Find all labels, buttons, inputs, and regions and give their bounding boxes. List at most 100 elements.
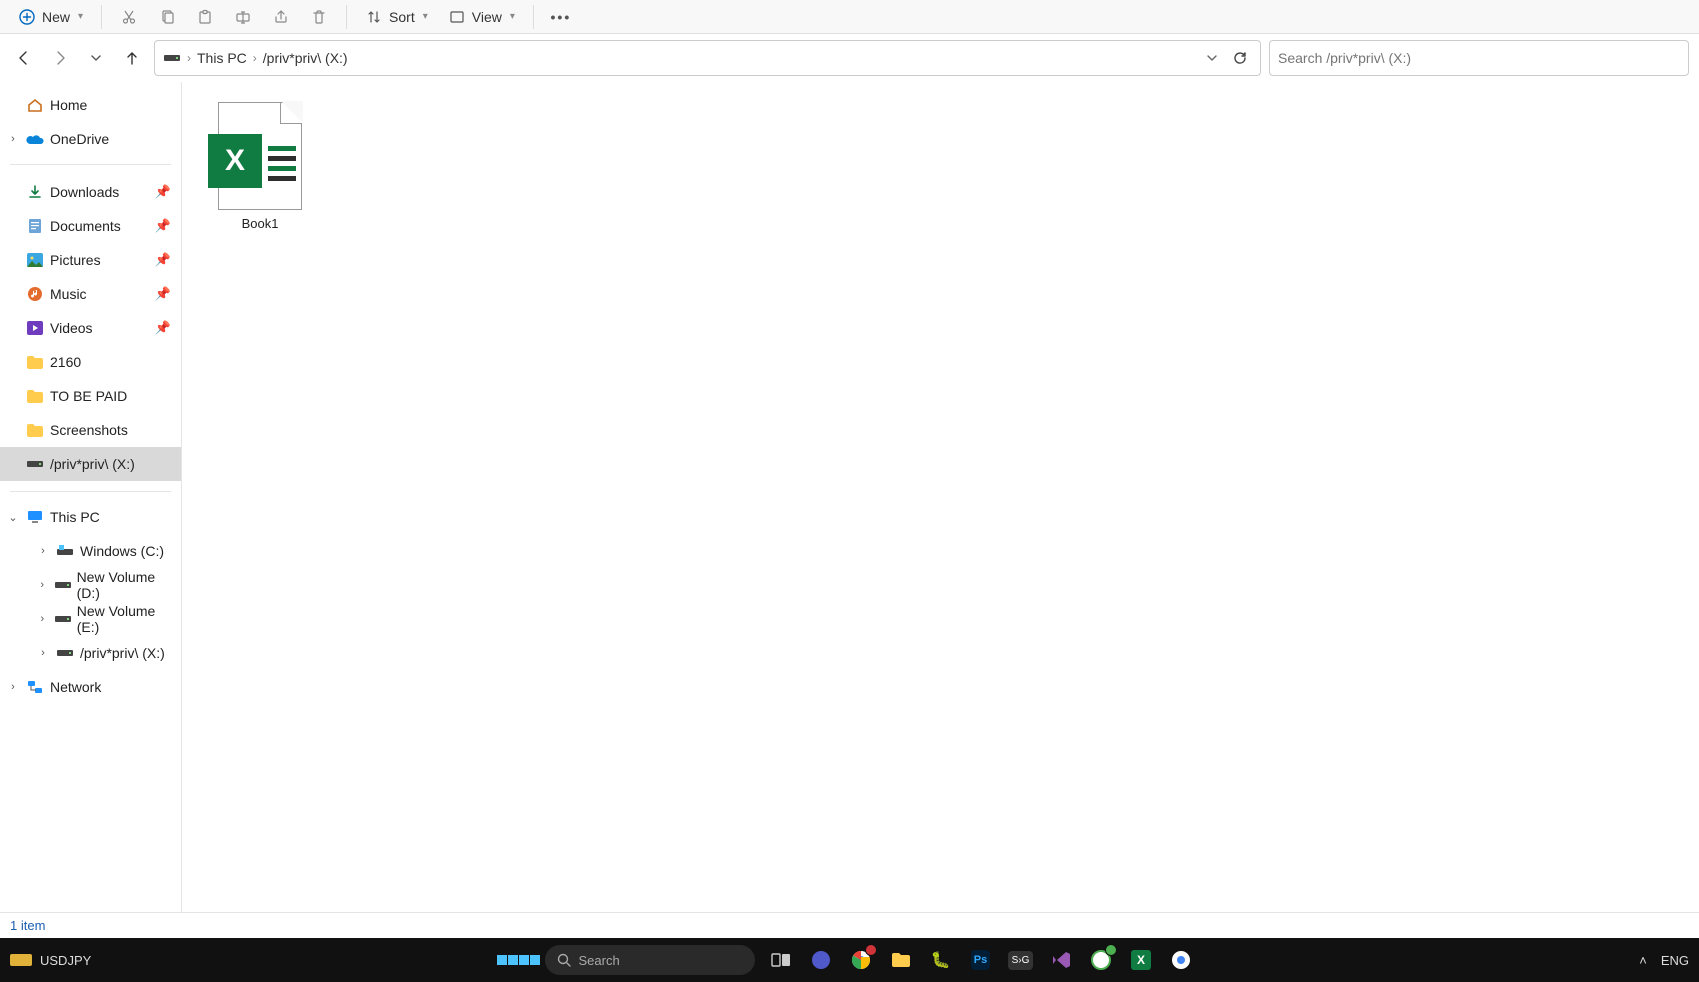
- app-icon: 🐛: [931, 950, 951, 970]
- folder-icon: [26, 353, 44, 371]
- share-button[interactable]: [264, 4, 298, 30]
- view-icon: [448, 8, 466, 26]
- forward-button[interactable]: [46, 44, 74, 72]
- download-icon: [26, 183, 44, 201]
- taskbar-app-generic1[interactable]: 🐛: [927, 946, 955, 974]
- taskbar-app-visual-studio[interactable]: [1047, 946, 1075, 974]
- sidebar-item-this-pc[interactable]: ⌄ This PC: [0, 500, 181, 534]
- sidebar-item-quick[interactable]: Downloads📌: [0, 175, 181, 209]
- start-button[interactable]: [505, 946, 533, 974]
- sidebar-item-network[interactable]: › Network: [0, 670, 181, 704]
- paste-icon: [196, 8, 214, 26]
- sidebar-item-home[interactable]: Home: [0, 88, 181, 122]
- videos-icon: [26, 319, 44, 337]
- more-button[interactable]: •••: [544, 4, 578, 30]
- language-indicator[interactable]: ENG: [1661, 953, 1689, 968]
- chevron-down-icon[interactable]: ⌄: [6, 511, 20, 524]
- sidebar-item-label: Home: [50, 97, 87, 113]
- sort-button[interactable]: Sort ▾: [357, 4, 436, 30]
- breadcrumb-current[interactable]: /priv*priv\ (X:): [263, 50, 348, 66]
- refresh-button[interactable]: [1228, 46, 1252, 70]
- chevron-right-icon[interactable]: ›: [36, 579, 49, 591]
- taskbar-search-placeholder: Search: [579, 953, 620, 968]
- sidebar-item-drive[interactable]: › /priv*priv\ (X:): [0, 636, 181, 670]
- cut-button[interactable]: [112, 4, 146, 30]
- new-label: New: [42, 9, 70, 25]
- sort-label: Sort: [389, 9, 415, 25]
- chevron-right-icon[interactable]: ›: [36, 545, 50, 557]
- taskbar-app-chrome2[interactable]: [1167, 946, 1195, 974]
- windows-icon: [497, 955, 540, 965]
- task-view-button[interactable]: [767, 946, 795, 974]
- share-icon: [272, 8, 290, 26]
- search-box[interactable]: [1269, 40, 1689, 76]
- taskbar-app-teams[interactable]: [807, 946, 835, 974]
- back-button[interactable]: [10, 44, 38, 72]
- visual-studio-icon: [1051, 950, 1071, 970]
- sidebar-item-quick[interactable]: /priv*priv\ (X:): [0, 447, 181, 481]
- file-pane[interactable]: XBook1: [182, 82, 1699, 912]
- sidebar-item-label: New Volume (D:): [77, 569, 171, 601]
- item-count: 1 item: [10, 918, 45, 933]
- chevron-down-icon: ▾: [510, 11, 515, 22]
- taskbar-widgets[interactable]: USDJPY: [10, 952, 91, 968]
- taskbar-app-explorer[interactable]: [887, 946, 915, 974]
- up-button[interactable]: [118, 44, 146, 72]
- sidebar-item-label: This PC: [50, 509, 100, 525]
- sidebar-item-drive[interactable]: ›New Volume (E:): [0, 602, 181, 636]
- pin-icon: 📌: [155, 252, 171, 268]
- tray-chevron-icon[interactable]: ˄: [1639, 953, 1647, 968]
- sidebar-item-quick[interactable]: Documents📌: [0, 209, 181, 243]
- sidebar-item-quick[interactable]: Screenshots: [0, 413, 181, 447]
- home-icon: [26, 96, 44, 114]
- chevron-right-icon[interactable]: ›: [36, 647, 50, 659]
- plus-circle-icon: [18, 8, 36, 26]
- drive-icon: [55, 576, 71, 594]
- sidebar-item-quick[interactable]: Pictures📌: [0, 243, 181, 277]
- taskbar-app-generic3[interactable]: [1087, 946, 1115, 974]
- taskbar: USDJPY Search 🐛 Ps S›G X ˄ ENG: [0, 938, 1699, 982]
- chevron-right-icon[interactable]: ›: [36, 613, 49, 625]
- file-item[interactable]: XBook1: [200, 96, 320, 237]
- sidebar-item-label: TO BE PAID: [50, 388, 127, 404]
- taskbar-app-generic2[interactable]: S›G: [1007, 946, 1035, 974]
- search-input[interactable]: [1278, 50, 1680, 66]
- chevron-right-icon[interactable]: ›: [6, 133, 20, 145]
- taskbar-app-excel[interactable]: X: [1127, 946, 1155, 974]
- folder-icon: [26, 387, 44, 405]
- breadcrumb-separator-icon: ›: [253, 51, 257, 65]
- sidebar-item-drive[interactable]: ›Windows (C:): [0, 534, 181, 568]
- chevron-down-icon: ▾: [78, 11, 83, 22]
- sidebar-item-quick[interactable]: Music📌: [0, 277, 181, 311]
- drive-icon: [55, 610, 71, 628]
- drive-icon: [56, 542, 74, 560]
- paste-button[interactable]: [188, 4, 222, 30]
- delete-button[interactable]: [302, 4, 336, 30]
- sidebar-item-quick[interactable]: 2160: [0, 345, 181, 379]
- sidebar-item-onedrive[interactable]: › OneDrive: [0, 122, 181, 156]
- chevron-right-icon[interactable]: ›: [6, 681, 20, 693]
- sidebar-item-label: /priv*priv\ (X:): [80, 645, 165, 661]
- new-button[interactable]: New ▾: [10, 4, 91, 30]
- taskbar-app-photoshop[interactable]: Ps: [967, 946, 995, 974]
- currency-icon: [10, 952, 32, 968]
- sidebar-item-quick[interactable]: TO BE PAID: [0, 379, 181, 413]
- command-bar: New ▾ Sort ▾ View ▾ •••: [0, 0, 1699, 34]
- svg-text:X: X: [1136, 953, 1144, 967]
- sidebar-item-label: OneDrive: [50, 131, 109, 147]
- ticker-label: USDJPY: [40, 953, 91, 968]
- address-dropdown-button[interactable]: [1202, 48, 1222, 68]
- view-button[interactable]: View ▾: [440, 4, 523, 30]
- sidebar-item-label: Videos: [50, 320, 93, 336]
- sidebar-item-drive[interactable]: › New Volume (D:): [0, 568, 181, 602]
- copy-button[interactable]: [150, 4, 184, 30]
- recent-locations-button[interactable]: [82, 44, 110, 72]
- pin-icon: 📌: [155, 218, 171, 234]
- taskbar-search[interactable]: Search: [545, 945, 755, 975]
- rename-button[interactable]: [226, 4, 260, 30]
- sidebar-item-quick[interactable]: Videos📌: [0, 311, 181, 345]
- taskbar-app-chrome[interactable]: [847, 946, 875, 974]
- address-bar[interactable]: › This PC › /priv*priv\ (X:): [154, 40, 1261, 76]
- breadcrumb-root[interactable]: This PC: [197, 50, 247, 66]
- nav-row: › This PC › /priv*priv\ (X:): [0, 34, 1699, 82]
